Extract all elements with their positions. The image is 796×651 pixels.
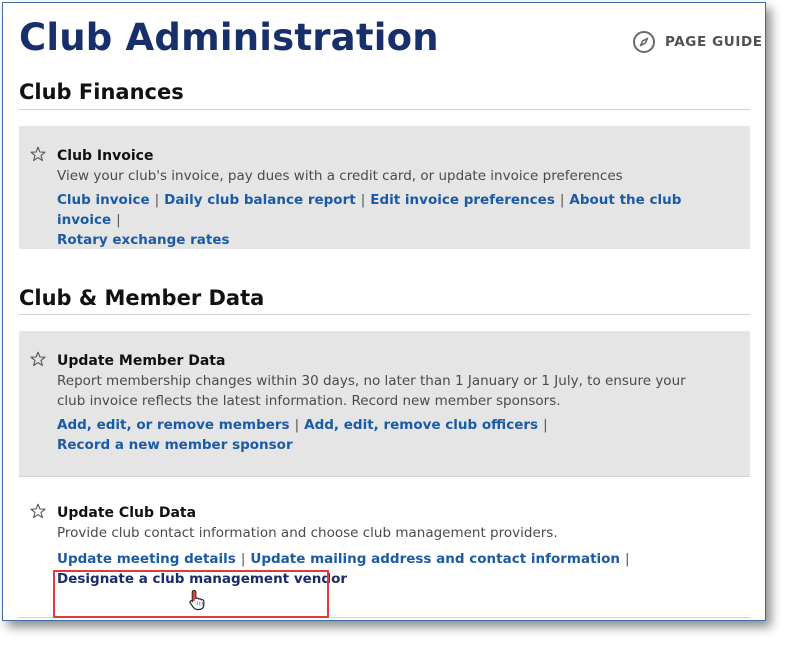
section-divider [19, 314, 750, 315]
record-new-member-sponsor-link[interactable]: Record a new member sponsor [57, 437, 293, 453]
daily-club-balance-report-link[interactable]: Daily club balance report [164, 192, 356, 208]
hand-cursor-icon [188, 589, 208, 611]
card-update-member-data: Update Member Data Report membership cha… [19, 331, 750, 476]
section-title-club-finances: Club Finances [19, 80, 184, 104]
favorite-star-icon[interactable] [30, 351, 46, 367]
compass-icon [632, 30, 656, 54]
item-description: View your club's invoice, pay dues with … [57, 168, 623, 184]
link-list: Add, edit, or remove members | Add, edit, … [57, 415, 737, 455]
item-description: Report membership changes within 30 days… [57, 373, 686, 409]
club-invoice-link[interactable]: Club invoice [57, 192, 150, 208]
link-separator: | [543, 417, 548, 433]
item-title: Update Member Data [57, 353, 226, 369]
update-meeting-details-link[interactable]: Update meeting details [57, 551, 236, 567]
item-title: Update Club Data [57, 505, 197, 521]
link-separator: | [625, 551, 630, 567]
page-guide-button[interactable]: PAGE GUIDE [632, 29, 763, 55]
page-frame: Club Administration PAGE GUIDE Club Fina… [2, 2, 766, 621]
update-mailing-address-link[interactable]: Update mailing address and contact infor… [250, 551, 620, 567]
rotary-exchange-rates-link[interactable]: Rotary exchange rates [57, 232, 230, 248]
card-divider [19, 476, 750, 477]
add-edit-remove-members-link[interactable]: Add, edit, or remove members [57, 417, 290, 433]
edit-invoice-preferences-link[interactable]: Edit invoice preferences [370, 192, 555, 208]
section-title-club-member-data: Club & Member Data [19, 286, 265, 310]
link-separator: | [294, 417, 300, 433]
link-separator: | [360, 192, 366, 208]
page-title: Club Administration [19, 16, 439, 59]
link-list: Club invoice | Daily club balance report | E… [57, 190, 737, 250]
section-divider [19, 109, 750, 110]
add-edit-remove-club-officers-link[interactable]: Add, edit, remove club officers [304, 417, 538, 433]
link-separator: | [116, 212, 121, 228]
link-separator: | [559, 192, 565, 208]
page-guide-label: PAGE GUIDE [665, 34, 763, 50]
link-separator: | [240, 551, 246, 567]
item-description: Provide club contact information and cho… [57, 525, 558, 541]
card-club-invoice: Club Invoice View your club's invoice, p… [19, 126, 750, 249]
item-title: Club Invoice [57, 148, 154, 164]
link-separator: | [154, 192, 160, 208]
favorite-star-icon[interactable] [30, 146, 46, 162]
favorite-star-icon[interactable] [30, 503, 46, 519]
